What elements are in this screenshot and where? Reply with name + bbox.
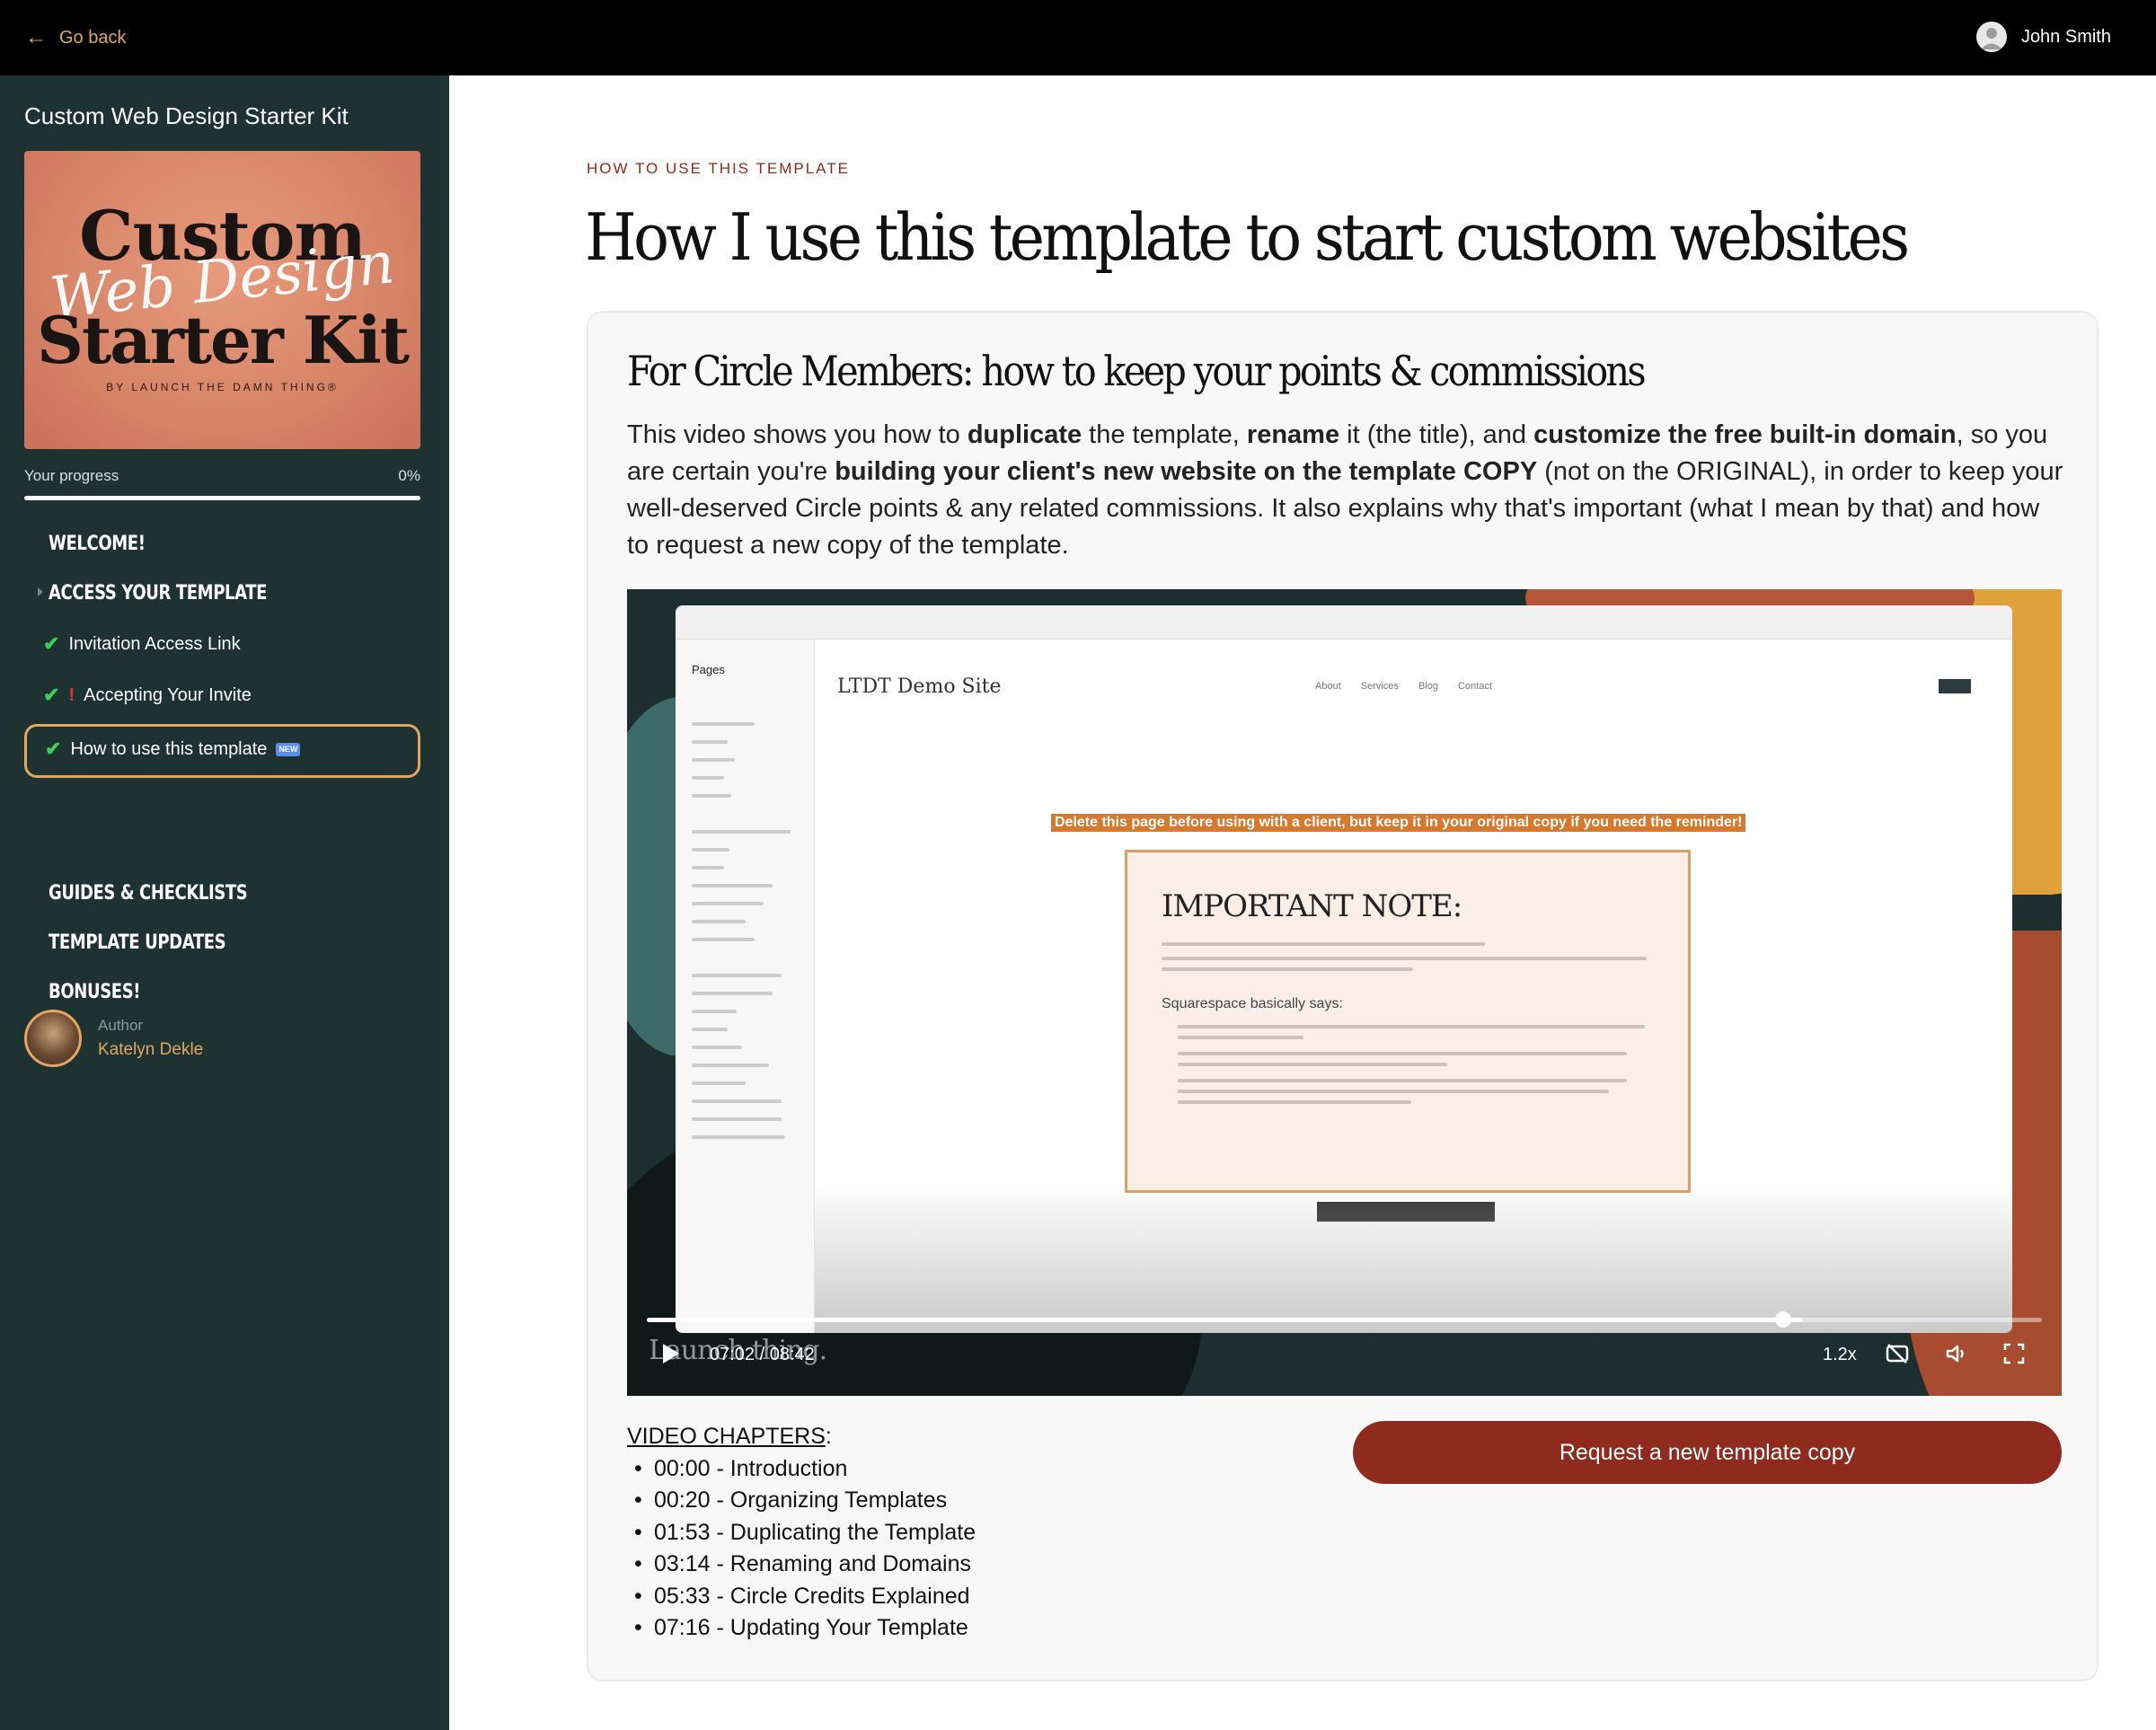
chapters-heading: VIDEO CHAPTERS: [627, 1424, 826, 1449]
lesson-how-to-use-this-template[interactable]: ✔ How to use this template NEW: [45, 737, 301, 761]
demo-important-note: IMPORTANT NOTE: Squarespace basically sa…: [1125, 850, 1691, 1193]
progress-label: Your progress: [24, 467, 119, 484]
play-icon[interactable]: [663, 1344, 679, 1364]
chapter-item: 03:14 - Renaming and Domains: [627, 1549, 1256, 1581]
chapter-item: 01:53 - Duplicating the Template: [627, 1517, 1256, 1549]
request-template-copy-button[interactable]: Request a new template copy: [1353, 1421, 2062, 1484]
video-chapters: VIDEO CHAPTERS: 00:00 - Introduction 00:…: [627, 1421, 1256, 1645]
section-bonuses[interactable]: BONUSES!: [49, 981, 140, 1003]
progress-value: 0%: [398, 467, 420, 484]
top-bar: ← Go back John Smith: [0, 0, 2156, 75]
card-title: For Circle Members: how to keep your poi…: [627, 347, 1647, 395]
arrow-left-icon: ←: [25, 25, 47, 49]
note-subheading: Squarespace basically says:: [1162, 996, 1343, 1011]
user-avatar-icon: [1980, 28, 2002, 49]
course-cover-image: Custom Web Design Starter Kit BY LAUNCH …: [24, 151, 420, 449]
avatar: [1975, 22, 2007, 52]
captions-off-icon[interactable]: [1885, 1341, 1910, 1366]
lesson-label: Invitation Access Link: [68, 633, 241, 654]
demo-donate-button: [1939, 679, 1971, 693]
video-time: 07:02 / 08:42: [710, 1345, 815, 1364]
note-title: IMPORTANT NOTE:: [1162, 888, 1462, 924]
go-back-label: Go back: [59, 27, 127, 48]
check-icon: ✔: [45, 737, 62, 760]
chapter-item: 00:20 - Organizing Templates: [627, 1485, 1256, 1517]
new-badge-icon: NEW: [276, 742, 301, 756]
lesson-invitation-access-link[interactable]: ✔ Invitation Access Link: [43, 632, 241, 656]
demo-site-nav: About Services Blog Contact: [1315, 681, 1492, 692]
user-name: John Smith: [2020, 26, 2111, 47]
section-welcome[interactable]: WELCOME!: [49, 533, 146, 555]
page-title: How I use this template to start custom …: [585, 199, 1910, 275]
progress-bar: [24, 496, 420, 500]
user-menu[interactable]: John Smith: [1975, 22, 2111, 52]
chapters-list: 00:00 - Introduction 00:20 - Organizing …: [627, 1453, 1256, 1645]
section-guides-checklists[interactable]: GUIDES & CHECKLISTS: [49, 882, 248, 905]
playback-speed-button[interactable]: 1.2x: [1823, 1345, 1857, 1365]
video-scrubber-handle[interactable]: [1775, 1311, 1791, 1328]
lesson-accepting-your-invite[interactable]: ✔ ! Accepting Your Invite: [43, 684, 252, 707]
author-caption: Author: [98, 1017, 144, 1034]
course-title: Custom Web Design Starter Kit: [24, 102, 349, 129]
demo-site-name: LTDT Demo Site: [837, 675, 1002, 698]
volume-icon[interactable]: [1944, 1341, 1969, 1366]
video-player[interactable]: Pages LTDT Demo Site About Services Blog…: [627, 589, 2062, 1396]
editor-sidebar: Pages: [676, 640, 815, 1333]
author-name: Katelyn Dekle: [98, 1040, 204, 1059]
editor-pages-label: Pages: [692, 663, 725, 676]
author-card: Author Katelyn Dekle: [24, 1010, 203, 1067]
lesson-label: How to use this template: [70, 738, 268, 759]
lesson-eyebrow: HOW TO USE THIS TEMPLATE: [587, 160, 850, 177]
chapter-item: 05:33 - Circle Credits Explained: [627, 1581, 1256, 1613]
cover-byline: BY LAUNCH THE DAMN THING®: [106, 381, 339, 393]
lesson-label: Accepting Your Invite: [84, 684, 252, 705]
exclamation-icon: !: [68, 684, 75, 705]
cover-title-line3: Starter Kit: [36, 302, 410, 378]
check-icon: ✔: [43, 684, 60, 706]
author-avatar: [24, 1010, 82, 1067]
card-description: This video shows you how to duplicate th…: [627, 420, 2063, 560]
chapter-item: 00:00 - Introduction: [627, 1453, 1256, 1486]
video-frame-screenshot: Pages LTDT Demo Site About Services Blog…: [676, 605, 2012, 1333]
video-scrubber[interactable]: [647, 1318, 2042, 1322]
fullscreen-icon[interactable]: [2001, 1341, 2027, 1366]
sidebar: Custom Web Design Starter Kit Custom Web…: [0, 75, 449, 1730]
section-template-updates[interactable]: TEMPLATE UPDATES: [49, 931, 226, 954]
chapter-item: 07:16 - Updating Your Template: [627, 1612, 1256, 1645]
progress-label-row: Your progress 0%: [24, 467, 420, 485]
check-icon: ✔: [43, 632, 60, 655]
go-back-link[interactable]: ← Go back: [25, 23, 126, 52]
lesson-card: For Circle Members: how to keep your poi…: [587, 311, 2099, 1681]
caret-right-icon: [38, 587, 43, 596]
browser-toolbar: [676, 605, 2012, 640]
section-access-your-template[interactable]: ACCESS YOUR TEMPLATE: [49, 582, 268, 605]
demo-delete-banner: Delete this page before using with a cli…: [1051, 814, 1746, 832]
video-scrubber-fill: [647, 1318, 1804, 1322]
